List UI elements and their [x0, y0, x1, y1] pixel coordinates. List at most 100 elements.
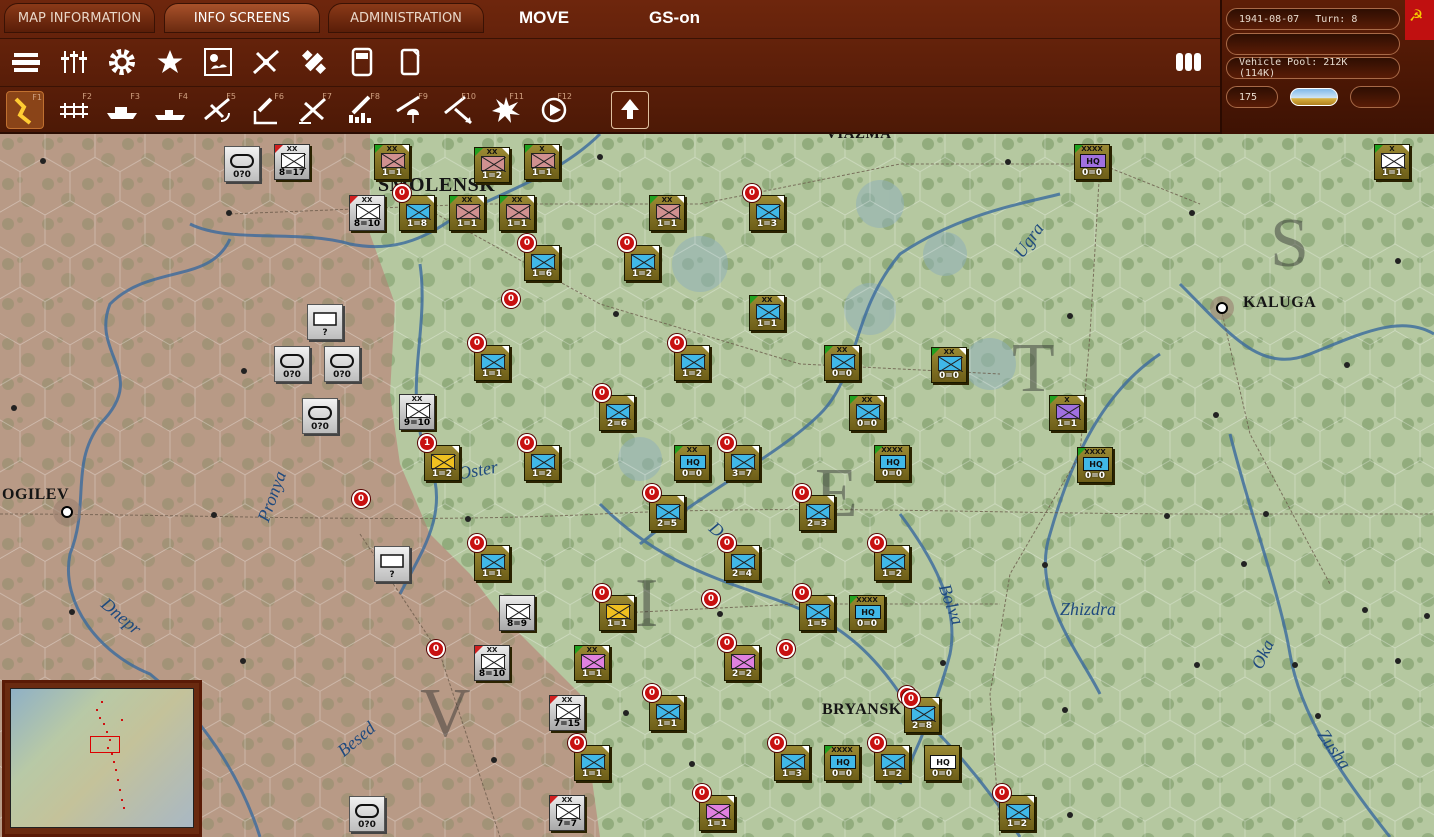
weather-indicator[interactable]	[1290, 88, 1338, 106]
paradrop-button[interactable]: F9	[391, 91, 429, 129]
soviet-unit[interactable]: 1=2 1	[418, 434, 460, 481]
german-unit[interactable]: XX 8=10	[474, 645, 510, 681]
soviet-unit[interactable]: 1=3 0	[768, 734, 810, 781]
hq-unit[interactable]: XXXX HQ 0=0	[824, 745, 860, 781]
soviet-unit[interactable]: 1=2 0	[518, 434, 560, 481]
out-of-supply-badge[interactable]: 0	[427, 640, 445, 658]
german-unit[interactable]: XX 9=10	[399, 394, 435, 430]
naval-transport-button[interactable]: F3	[103, 91, 141, 129]
soviet-unit[interactable]: 3=7 0	[718, 434, 760, 481]
soviet-unit[interactable]: 1=8 0	[393, 184, 435, 231]
soviet-unit[interactable]: XX 1=1	[449, 195, 485, 231]
air-recon-button[interactable]: F5	[199, 91, 237, 129]
air-ops-button[interactable]	[247, 43, 285, 81]
soviet-unit[interactable]: 1=2 0	[868, 734, 910, 781]
hq-unit[interactable]: HQ 0=0	[924, 745, 960, 781]
hidden-unit[interactable]: 0?0	[302, 398, 338, 434]
minimap[interactable]	[2, 680, 202, 837]
soviet-unit[interactable]: 1=3 0	[743, 184, 785, 231]
target-button[interactable]: F12	[535, 91, 573, 129]
air-attack-button[interactable]: F7	[295, 91, 333, 129]
german-unit[interactable]: XX 7=15	[549, 695, 585, 731]
soviet-unit[interactable]: 2=5 0	[643, 484, 685, 531]
soviet-unit[interactable]: 2=4 0	[718, 534, 760, 581]
out-of-supply-badge[interactable]: 0	[902, 690, 920, 708]
hq-unit[interactable]: XXXX HQ 0=0	[1074, 144, 1110, 180]
weather-map-button[interactable]	[199, 43, 237, 81]
soviet-unit[interactable]: XX 1=1	[749, 295, 785, 331]
hq-unit[interactable]: XXXX HQ 0=0	[1074, 444, 1113, 483]
unit-list-button[interactable]	[7, 43, 45, 81]
settings-button[interactable]	[103, 43, 141, 81]
counters-button[interactable]	[1170, 43, 1208, 81]
soviet-unit[interactable]: 1=2 0	[668, 334, 710, 381]
out-of-supply-badge[interactable]: 0	[352, 490, 370, 508]
move-mode-button[interactable]: MOVE	[519, 8, 569, 28]
soviet-unit[interactable]: XX 1=1	[374, 144, 410, 180]
star-button[interactable]	[151, 43, 189, 81]
city-mogilev[interactable]: OGILEV	[2, 486, 69, 504]
hq-unit[interactable]: XXXX HQ 0=0	[874, 445, 910, 481]
soviet-unit[interactable]: X 1=1	[524, 144, 560, 180]
soviet-unit[interactable]: 1=2 0	[993, 784, 1035, 831]
soviet-unit[interactable]: 1=5 0	[793, 584, 835, 631]
sliders-button[interactable]	[55, 43, 93, 81]
hidden-unit[interactable]: ?	[374, 546, 410, 582]
soviet-unit[interactable]: XX 1=1	[649, 195, 685, 231]
soviet-unit[interactable]: X 1=1	[1049, 395, 1085, 431]
tab-map-information[interactable]: MAP INFORMATION	[4, 3, 155, 33]
soviet-unit[interactable]: 1=1 0	[468, 534, 510, 581]
soviet-unit[interactable]: 1=1 0	[693, 784, 735, 831]
hidden-unit[interactable]: 0?0	[349, 796, 385, 832]
soviet-unit[interactable]: XX 1=2	[474, 147, 510, 183]
minimap-viewport[interactable]	[90, 736, 120, 753]
rail-order-button[interactable]: F2	[55, 91, 93, 129]
explosion-button[interactable]: F11	[487, 91, 525, 129]
gs-toggle-button[interactable]: GS-on	[649, 8, 700, 28]
soviet-unit[interactable]: 1=2 0	[868, 534, 910, 581]
hidden-unit[interactable]: 0?0	[224, 146, 260, 182]
tab-administration[interactable]: ADMINISTRATION	[328, 3, 484, 33]
soviet-unit[interactable]: 2=6 0	[593, 384, 635, 431]
satellite-button[interactable]	[295, 43, 333, 81]
soviet-unit[interactable]: 1=1 0	[568, 734, 610, 781]
soviet-unit[interactable]: XX 0=0	[849, 395, 885, 431]
hidden-unit[interactable]: 0?0	[324, 346, 360, 382]
soviet-unit[interactable]: 1=1 0	[468, 334, 510, 381]
german-unit[interactable]: XX 8=17	[274, 144, 310, 180]
hq-unit[interactable]: XX HQ 0=0	[674, 445, 710, 481]
ship-button[interactable]: F4	[151, 91, 189, 129]
soviet-unit[interactable]: XX 0=0	[824, 345, 860, 381]
hidden-unit[interactable]: 0?0	[274, 346, 310, 382]
artillery-button[interactable]: F6	[247, 91, 285, 129]
german-unit[interactable]: 8=9	[499, 595, 535, 631]
city-viazma[interactable]: VIAZMA	[826, 134, 892, 143]
game-map[interactable]: S T E I V SMOLENSK KALUGA OGILEV BRYANSK…	[0, 134, 1434, 837]
upload-button[interactable]	[611, 91, 649, 129]
hq-unit[interactable]: XXXX HQ 0=0	[849, 595, 885, 631]
soviet-unit[interactable]: 1=1 0	[643, 684, 685, 731]
city-bryansk[interactable]: BRYANSK	[822, 701, 902, 719]
out-of-supply-badge[interactable]: 0	[777, 640, 795, 658]
soviet-unit[interactable]: 2=3 0	[793, 484, 835, 531]
soviet-unit[interactable]: 2=2 0	[718, 634, 760, 681]
soviet-unit[interactable]: 1=2 0	[618, 234, 660, 281]
german-unit[interactable]: XX 8=10	[349, 195, 385, 231]
bombard-button[interactable]: F8	[343, 91, 381, 129]
city-kaluga[interactable]: KALUGA	[1243, 294, 1316, 312]
soviet-unit[interactable]: XX 0=0	[931, 347, 967, 383]
soviet-unit[interactable]: X 1=1	[1374, 144, 1410, 180]
tab-info-screens[interactable]: INFO SCREENS	[164, 3, 320, 33]
soviet-unit[interactable]: 1=6 0	[518, 234, 560, 281]
soviet-unit[interactable]: 1=1 0	[593, 584, 635, 631]
move-order-button[interactable]: F1	[6, 91, 44, 129]
soviet-unit[interactable]: XX 1=1	[574, 645, 610, 681]
supply-button[interactable]	[343, 43, 381, 81]
out-of-supply-badge[interactable]: 0	[502, 290, 520, 308]
out-of-supply-badge[interactable]: 0	[702, 590, 720, 608]
interdict-button[interactable]: F10	[439, 91, 477, 129]
report-button[interactable]	[391, 43, 429, 81]
german-unit[interactable]: XX 7=7	[549, 795, 585, 831]
hidden-unit[interactable]: ?	[307, 304, 343, 340]
soviet-unit[interactable]: XX 1=1	[499, 195, 535, 231]
